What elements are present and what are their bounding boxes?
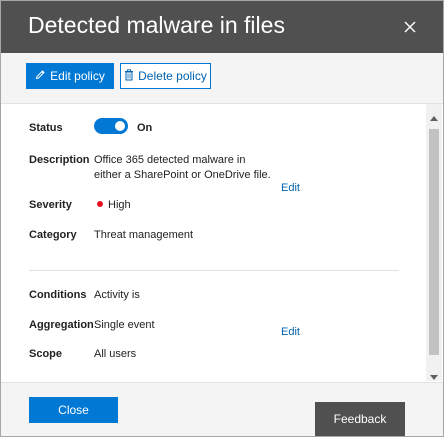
aggregation-label: Aggregation	[29, 319, 94, 331]
edit-conditions-link[interactable]: Edit	[281, 326, 300, 338]
panel-title: Detected malware in files	[28, 12, 285, 38]
category-label: Category	[29, 229, 77, 241]
conditions-value: Activity is	[94, 289, 140, 301]
policy-panel: Detected malware in files Edit policy De…	[0, 0, 444, 437]
severity-value: High	[108, 199, 131, 211]
panel-header: Detected malware in files	[1, 1, 443, 53]
close-icon[interactable]	[400, 17, 420, 37]
toggle-knob	[115, 121, 125, 131]
delete-policy-button[interactable]: Delete policy	[120, 63, 211, 89]
scrollbar-thumb[interactable]	[429, 129, 439, 355]
severity-dot	[97, 201, 103, 207]
scope-value: All users	[94, 348, 137, 360]
edit-policy-button[interactable]: Edit policy	[26, 63, 114, 89]
status-toggle[interactable]	[94, 118, 128, 134]
conditions-label: Conditions	[29, 289, 87, 301]
pencil-icon	[35, 69, 46, 83]
action-toolbar: Edit policy Delete policy	[1, 53, 443, 104]
description-text: Office 365 detected malware in either a …	[94, 154, 271, 181]
close-button[interactable]: Close	[29, 397, 118, 423]
feedback-button[interactable]: Feedback	[315, 402, 405, 436]
delete-policy-label: Delete policy	[138, 69, 207, 83]
policy-details	[1, 104, 426, 381]
status-label: Status	[29, 122, 63, 134]
severity-label: Severity	[29, 199, 72, 211]
status-state: On	[137, 122, 153, 134]
scope-label: Scope	[29, 348, 63, 360]
edit-policy-label: Edit policy	[50, 69, 105, 83]
chevron-up-icon[interactable]	[430, 108, 438, 126]
section-divider	[29, 270, 399, 271]
aggregation-value: Single event	[94, 319, 155, 331]
trash-icon	[124, 68, 134, 84]
description-label: Description	[29, 154, 90, 166]
category-value: Threat management	[94, 229, 194, 241]
edit-description-link[interactable]: Edit	[281, 182, 300, 194]
